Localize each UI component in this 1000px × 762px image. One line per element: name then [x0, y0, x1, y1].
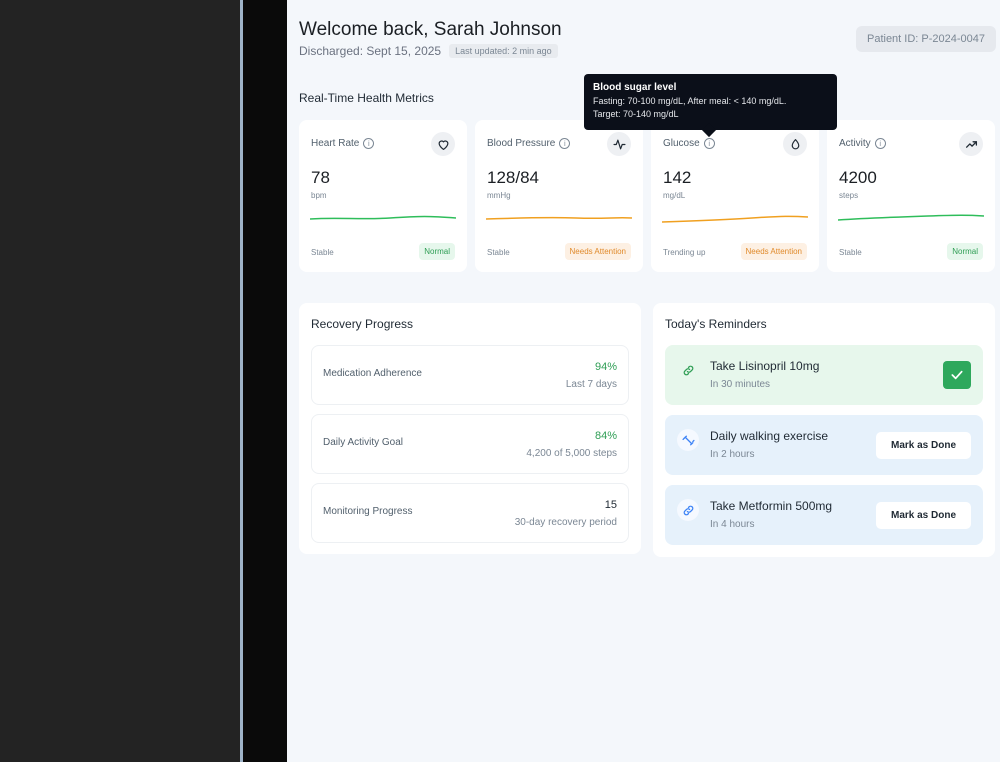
progress-label: Monitoring Progress	[323, 506, 413, 517]
progress-label: Medication Adherence	[323, 368, 422, 379]
metric-value: 4200	[839, 168, 877, 187]
trending-up-icon	[959, 132, 983, 156]
activity-icon	[607, 132, 631, 156]
progress-value: 94%	[594, 361, 617, 373]
progress-detail: 4,200 of 5,000 steps	[526, 448, 617, 459]
status-badge: Normal	[419, 243, 455, 260]
reminder-item: Take Lisinopril 10mg In 30 minutes	[665, 345, 983, 405]
progress-item-monitoring: Monitoring Progress 15 30-day recovery p…	[311, 483, 629, 543]
info-icon[interactable]: i	[559, 138, 571, 149]
metric-status: Stable	[311, 248, 334, 257]
metric-value: 78	[311, 168, 330, 187]
metrics-section-title: Real-Time Health Metrics	[299, 91, 434, 105]
info-icon[interactable]: i	[703, 138, 715, 149]
reminder-time: In 30 minutes	[710, 379, 771, 390]
metric-label: Activity i	[839, 138, 886, 149]
metric-value: 128/84	[487, 168, 539, 187]
progress-item-activity: Daily Activity Goal 84% 4,200 of 5,000 s…	[311, 414, 629, 474]
metric-card-heart-rate: Heart Rate i 78 bpm Stable Normal	[299, 120, 467, 272]
last-updated-badge: Last updated: 2 min ago	[449, 44, 558, 58]
metric-card-glucose: Glucose i 142 mg/dL Trending up Needs At…	[651, 120, 819, 272]
reminders-card: Today's Reminders Take Lisinopril 10mg I…	[653, 303, 995, 557]
metric-unit: mg/dL	[663, 191, 686, 200]
reminder-time: In 2 hours	[710, 449, 755, 460]
tooltip-line: Target: 70-140 mg/dL	[593, 109, 679, 119]
metric-value: 142	[663, 168, 692, 187]
reminder-title: Take Lisinopril 10mg	[710, 359, 820, 373]
status-badge: Needs Attention	[564, 243, 631, 260]
discharge-date: Discharged: Sept 15, 2025	[299, 44, 442, 58]
info-icon[interactable]: i	[363, 138, 375, 149]
link-icon	[677, 499, 699, 521]
metric-label-text: Heart Rate	[311, 138, 360, 149]
metric-status: Stable	[487, 248, 510, 257]
card-title: Recovery Progress	[311, 317, 414, 331]
reminder-title: Daily walking exercise	[710, 429, 829, 443]
link-icon	[677, 359, 699, 381]
metric-card-blood-pressure: Blood Pressure i 128/84 mmHg Stable Need…	[475, 120, 643, 272]
trend-sparkline	[662, 215, 808, 223]
progress-value: 84%	[594, 430, 617, 442]
trend-sparkline	[310, 215, 456, 220]
progress-detail: 30-day recovery period	[514, 517, 617, 528]
heart-icon	[431, 132, 455, 156]
metric-unit: steps	[839, 191, 859, 200]
metric-label-text: Glucose	[663, 138, 700, 149]
patient-id-badge: Patient ID: P-2024-0047	[856, 26, 996, 52]
progress-value: 15	[604, 499, 617, 511]
trend-sparkline	[486, 216, 632, 220]
metric-status: Stable	[839, 248, 862, 257]
metric-label: Glucose i	[663, 138, 715, 149]
discharge-info: Discharged: Sept 15, 2025 Last updated: …	[299, 44, 558, 58]
status-badge: Needs Attention	[740, 243, 807, 260]
reminder-item: Daily walking exercise In 2 hours Mark a…	[665, 415, 983, 475]
card-title: Today's Reminders	[665, 317, 767, 331]
dashboard-main: Welcome back, Sarah Johnson Discharged: …	[287, 0, 1000, 762]
mark-as-done-button[interactable]: Mark as Done	[876, 502, 971, 529]
tooltip-line: Fasting: 70-100 mg/dL, After meal: < 140…	[593, 96, 787, 106]
trend-sparkline	[838, 214, 984, 221]
metric-label-text: Blood Pressure	[487, 138, 556, 149]
metric-card-activity: Activity i 4200 steps Stable Normal	[827, 120, 995, 272]
completed-checkbox[interactable]	[943, 361, 971, 389]
metric-label-text: Activity	[839, 138, 871, 149]
left-panel-background	[0, 0, 240, 762]
progress-label: Daily Activity Goal	[323, 437, 404, 448]
reminder-item: Take Metformin 500mg In 4 hours Mark as …	[665, 485, 983, 545]
reminder-time: In 4 hours	[710, 519, 755, 530]
recovery-progress-card: Recovery Progress Medication Adherence 9…	[299, 303, 641, 554]
info-icon[interactable]: i	[874, 138, 886, 149]
page-title: Welcome back, Sarah Johnson	[299, 19, 562, 40]
sidebar-strip	[243, 0, 287, 762]
reminder-title: Take Metformin 500mg	[710, 499, 833, 513]
glucose-tooltip: Blood sugar level Fasting: 70-100 mg/dL,…	[584, 74, 837, 138]
progress-detail: Last 7 days	[565, 379, 617, 390]
tooltip-title: Blood sugar level	[593, 82, 677, 93]
metric-unit: bpm	[311, 191, 327, 200]
metric-status: Trending up	[663, 248, 706, 257]
metric-unit: mmHg	[487, 191, 511, 200]
metric-label: Blood Pressure i	[487, 138, 571, 149]
metric-label: Heart Rate i	[311, 138, 375, 149]
mark-as-done-button[interactable]: Mark as Done	[876, 432, 971, 459]
check-icon	[951, 370, 963, 380]
progress-item-medication: Medication Adherence 94% Last 7 days	[311, 345, 629, 405]
droplet-icon	[783, 132, 807, 156]
dumbbell-icon	[677, 429, 699, 451]
status-badge: Normal	[947, 243, 983, 260]
